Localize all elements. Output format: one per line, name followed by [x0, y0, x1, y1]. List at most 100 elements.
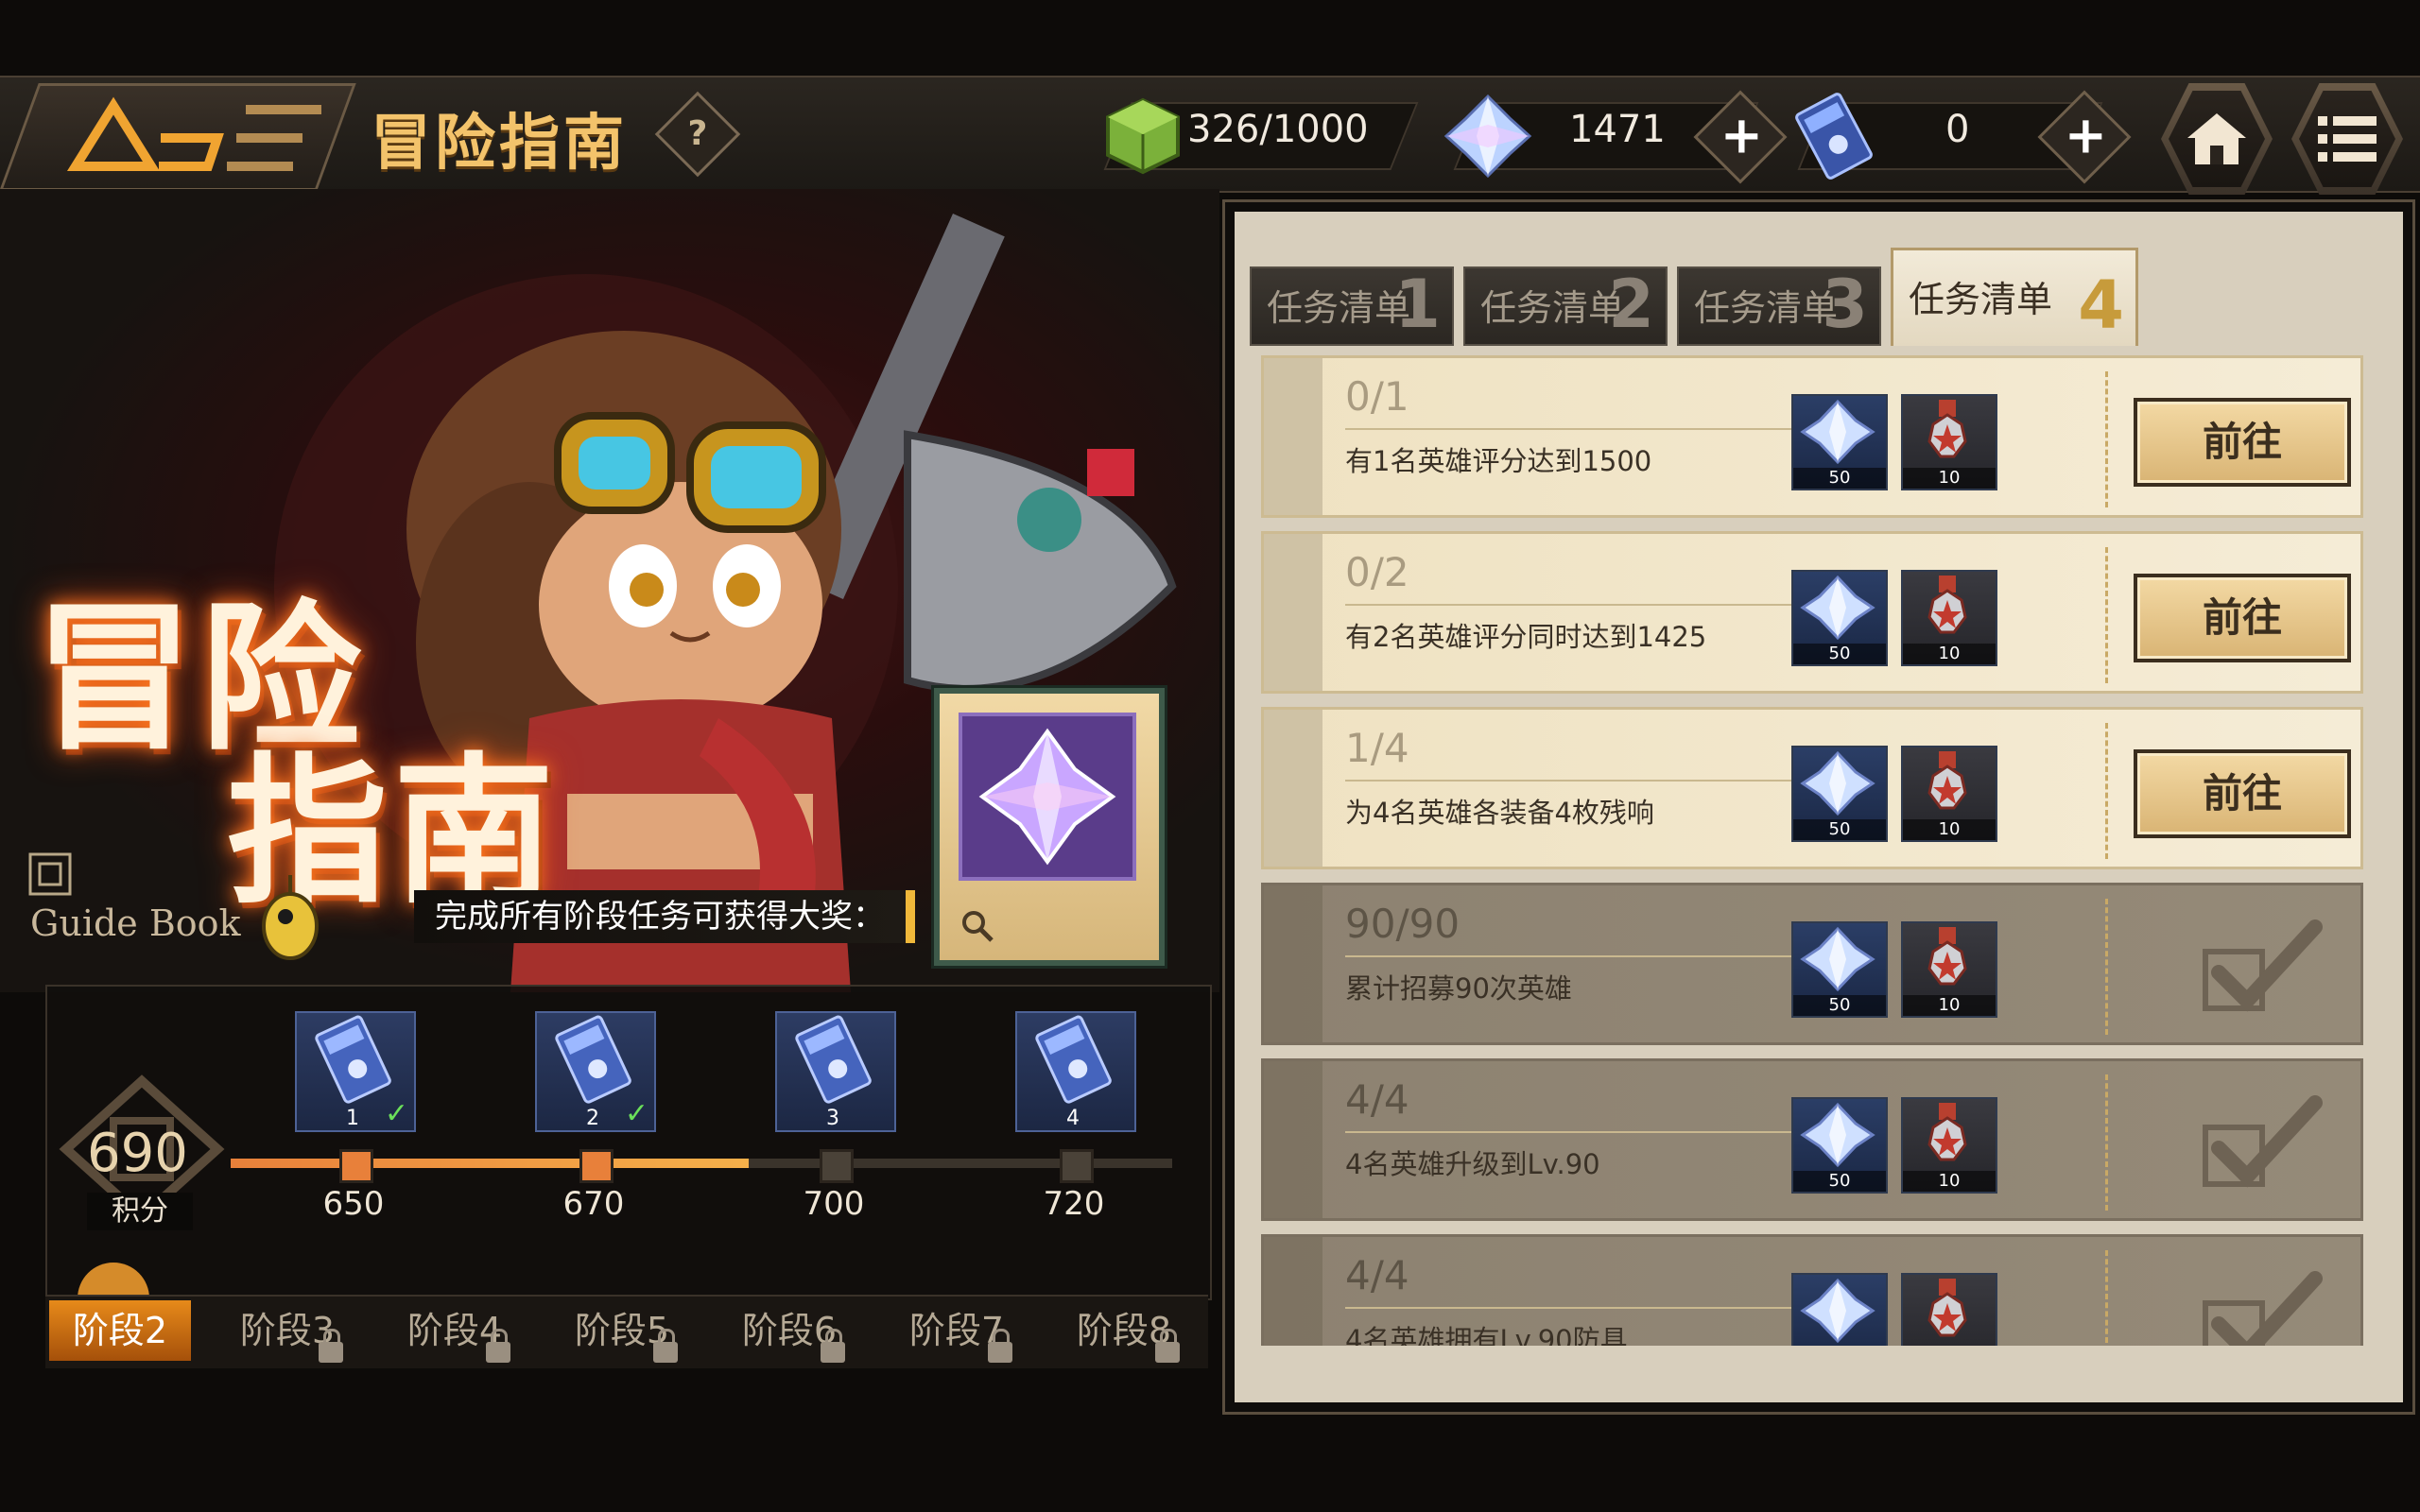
medal-icon	[1927, 751, 1967, 810]
milestone-reward[interactable]: 2 ✓	[535, 1011, 656, 1132]
milestone-ticket-number: 1	[346, 1107, 359, 1130]
diamond-reward[interactable]: 50	[1791, 921, 1888, 1018]
row-divider	[2105, 899, 2108, 1035]
milestone-node	[339, 1149, 373, 1183]
row-side-ornament	[1264, 885, 1322, 1042]
task-list-tab[interactable]: 任务清单 3	[1677, 266, 1881, 346]
medal-reward[interactable]: 10	[1901, 746, 1997, 842]
medal-icon	[1927, 576, 1967, 634]
milestone-reward[interactable]: 4	[1015, 1011, 1136, 1132]
task-progress: 0/1	[1345, 373, 1409, 420]
medal-reward[interactable]: 10	[1901, 921, 1997, 1018]
diamond-reward[interactable]: 50	[1791, 394, 1888, 490]
diamond-reward[interactable]: 50	[1791, 1097, 1888, 1194]
task-progress: 4/4	[1345, 1252, 1409, 1298]
task-row: 0/1 有1名英雄评分达到1500 50 10 前往	[1261, 355, 2363, 518]
diamond-icon	[1800, 575, 1876, 641]
row-divider	[2105, 1250, 2108, 1346]
medal-icon	[1927, 400, 1967, 458]
diamond-icon	[1800, 926, 1876, 992]
diamond-value: 1471	[1569, 108, 1666, 151]
plus-icon: +	[2064, 105, 2108, 165]
task-row: 4/4 4名英雄拥有Lv.90防具 50 10	[1261, 1234, 2363, 1346]
milestone-reward[interactable]: 1 ✓	[295, 1011, 416, 1132]
go-button[interactable]: 前往	[2134, 749, 2351, 838]
recruit-ticket-icon	[1035, 1015, 1112, 1104]
grand-reward-card[interactable]	[934, 688, 1165, 966]
magnifier-icon	[962, 911, 994, 942]
task-list-tab-label: 任务清单	[1909, 279, 2053, 320]
task-description: 4名英雄拥有Lv.90防具	[1345, 1324, 1628, 1346]
reward-quantity: 10	[1903, 468, 1996, 489]
reward-quantity: 50	[1793, 644, 1886, 664]
lock-icon	[653, 1329, 678, 1363]
diamond-reward[interactable]: 50	[1791, 746, 1888, 842]
task-rule	[1345, 1131, 1799, 1133]
milestone-ticket-number: 4	[1066, 1107, 1080, 1130]
medal-reward[interactable]: 10	[1901, 1097, 1997, 1194]
task-list-tab-label: 任务清单	[1694, 287, 1839, 329]
stage-tab[interactable]: 阶段2	[49, 1300, 191, 1361]
task-list-tab[interactable]: 任务清单 4	[1891, 248, 2138, 346]
task-description: 4名英雄升级到Lv.90	[1345, 1148, 1600, 1180]
task-progress: 1/4	[1345, 725, 1409, 771]
task-list-tab-number: 1	[1394, 266, 1441, 343]
home-icon	[2187, 113, 2246, 164]
milestone-reward[interactable]: 3	[775, 1011, 896, 1132]
task-rule	[1345, 428, 1799, 430]
milestone-value: 670	[562, 1185, 625, 1223]
medal-icon	[1927, 1103, 1967, 1161]
task-rule	[1345, 604, 1799, 606]
task-list-tab[interactable]: 任务清单 1	[1250, 266, 1454, 346]
reward-frame	[959, 713, 1136, 881]
row-side-ornament	[1264, 1237, 1322, 1346]
go-button[interactable]: 前往	[2134, 574, 2351, 662]
task-description: 为4名英雄各装备4枚残响	[1345, 797, 1654, 829]
score-label: 积分	[87, 1193, 193, 1230]
question-icon: ?	[687, 114, 708, 153]
task-progress: 4/4	[1345, 1076, 1409, 1123]
claimed-check-icon: ✓	[384, 1097, 408, 1130]
lock-icon	[988, 1329, 1012, 1363]
diamond-reward[interactable]: 50	[1791, 570, 1888, 666]
reward-quantity: 10	[1903, 1171, 1996, 1192]
progress-fill	[231, 1159, 749, 1168]
row-side-ornament	[1264, 1061, 1322, 1218]
task-description: 有2名英雄评分同时达到1425	[1345, 621, 1707, 653]
diamond-icon	[1443, 94, 1532, 179]
task-row: 4/4 4名英雄升级到Lv.90 50 10	[1261, 1058, 2363, 1221]
medal-reward[interactable]: 10	[1901, 1273, 1997, 1346]
reward-quantity: 50	[1793, 1171, 1886, 1192]
medal-icon	[1927, 1279, 1967, 1337]
medal-reward[interactable]: 10	[1901, 570, 1997, 666]
task-row: 90/90 累计招募90次英雄 50 10	[1261, 883, 2363, 1045]
menu-icon	[2318, 116, 2377, 162]
task-list[interactable]: 0/1 有1名英雄评分达到1500 50 10 前往 0/2 有2名英雄评分同时…	[1261, 355, 2363, 1346]
diamond-reward[interactable]: 50	[1791, 1273, 1888, 1346]
milestone-ticket-number: 2	[586, 1107, 599, 1130]
reward-quantity: 50	[1793, 468, 1886, 489]
task-list-tab-label: 任务清单	[1480, 287, 1625, 329]
page-title: 冒险指南	[371, 109, 628, 179]
milestone-value: 650	[322, 1185, 385, 1223]
diamond-icon	[1800, 399, 1876, 465]
milestone-node	[579, 1149, 614, 1183]
lock-icon	[821, 1329, 845, 1363]
go-button[interactable]: 前往	[2134, 398, 2351, 487]
task-list-tab-label: 任务清单	[1267, 287, 1411, 329]
task-list-tab-number: 4	[2078, 266, 2124, 344]
task-description: 有1名英雄评分达到1500	[1345, 445, 1652, 477]
completed-check-icon	[2203, 1095, 2323, 1188]
milestone-node	[820, 1149, 854, 1183]
book-corner-icon	[28, 852, 72, 896]
stamina-value: 326/1000	[1187, 108, 1369, 151]
medal-reward[interactable]: 10	[1901, 394, 1997, 490]
diamond-icon	[1800, 1102, 1876, 1168]
plus-icon: +	[1720, 105, 1764, 165]
task-list-tab-number: 2	[1608, 266, 1654, 343]
completed-check-icon	[2203, 919, 2323, 1012]
task-description: 累计招募90次英雄	[1345, 972, 1572, 1005]
row-side-ornament	[1264, 710, 1322, 867]
task-list-tab[interactable]: 任务清单 2	[1463, 266, 1668, 346]
app-logo-icon	[66, 96, 321, 171]
